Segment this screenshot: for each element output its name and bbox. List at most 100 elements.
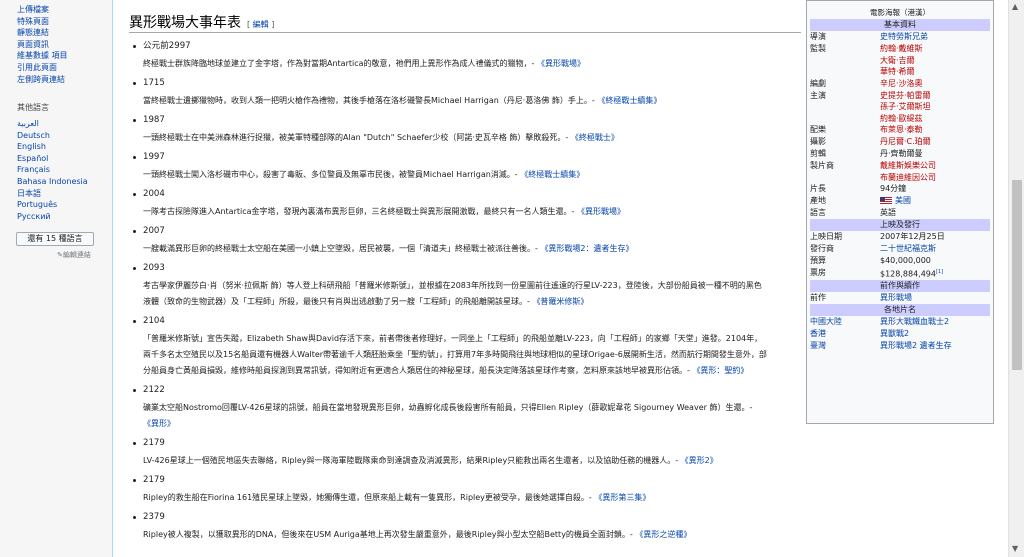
infobox-label: 導演 [810, 32, 826, 41]
infobox-value: 二十世紀福克斯 [880, 243, 990, 255]
lang-link-indonesian[interactable]: Bahasa Indonesia [17, 176, 88, 188]
infobox-label: 發行商 [810, 244, 834, 253]
timeline-source-link[interactable]: 《普羅米修斯》 [532, 297, 588, 306]
section-edit: [ 編輯 ] [247, 20, 275, 29]
infobox-value-link[interactable]: 戴維斯娛樂公司 [880, 160, 990, 172]
infobox-value-link[interactable]: 大衛·吉爾 [880, 55, 990, 67]
infobox-row: 配樂 布萊恩·泰勒 [807, 124, 993, 136]
infobox-value-link[interactable]: 孫子·艾爾斯坦 [880, 101, 990, 113]
lang-link-german[interactable]: Deutsch [17, 130, 88, 142]
timeline-year: 2007 [129, 225, 769, 237]
infobox-value: 丹·齊勒爾曼 [880, 148, 990, 160]
timeline-description: Ripley被人複製，以獲取異形的DNA，但後來在USM Auriga基地上再次… [129, 527, 769, 543]
timeline-source-link[interactable]: 《終極戰士》 [571, 133, 619, 142]
infobox-label: 主演 [810, 90, 826, 100]
infobox-value-text: 2007年12月25日 [880, 232, 945, 241]
infobox-value-link[interactable]: 華特·希爾 [880, 66, 990, 78]
timeline-description: 一艘載滿異形巨卵的終極戰士太空船在美國一小鎮上空墜毀，居民被襲，一個「清道夫」終… [129, 241, 769, 257]
infobox-value-link[interactable]: 二十世紀福克斯 [880, 243, 990, 255]
section-edit-link[interactable]: 編輯 [253, 20, 269, 29]
infobox-value-text: 英語 [880, 208, 896, 217]
lang-link-japanese[interactable]: 日本語 [17, 188, 88, 200]
infobox-names-header: 各地片名 [810, 304, 990, 317]
section-title: 異形戰場大事年表 [129, 15, 241, 31]
timeline-source-link[interactable]: 《異形戰場2：遺者生存》 [540, 244, 633, 253]
infobox-value-link[interactable]: 異形戰場 [880, 292, 990, 304]
infobox-label: 產地 [810, 196, 826, 205]
infobox-value-link[interactable]: 異形戰場2 遺者生存 [880, 340, 990, 352]
infobox-value-link[interactable]: 史特勞斯兄弟 [880, 31, 990, 43]
infobox-value-link[interactable]: 美國 [880, 195, 990, 207]
timeline-year: 2122 [129, 384, 769, 396]
infobox-label: 預算 [810, 256, 826, 265]
infobox-row: 製片商 戴維斯娛樂公司 布蘭迪維因公司 [807, 160, 993, 183]
lang-link-english[interactable]: English [17, 141, 88, 153]
more-languages-button[interactable]: 還有 15 種語言 [16, 232, 94, 246]
infobox-value-link[interactable]: 布蘭迪維因公司 [880, 172, 990, 184]
infobox-value: 史特勞斯兄弟 [880, 31, 990, 43]
timeline-year: 2004 [129, 188, 769, 200]
lang-link-portuguese[interactable]: Português [17, 199, 88, 211]
lang-link-arabic[interactable]: العربية [17, 118, 88, 130]
tool-link-wikidata[interactable]: 維基數據 項目 [17, 50, 68, 62]
infobox-row: 票房 $128,884,494[1] [807, 267, 993, 280]
timeline-source-link[interactable]: 《終極戰士續集》 [520, 170, 584, 179]
tool-link-page-info[interactable]: 頁面資訊 [17, 39, 68, 51]
infobox-value: 94分鐘 [880, 183, 990, 195]
infobox-value-text: 丹·齊勒爾曼 [880, 149, 923, 158]
infobox-value-link[interactable]: 約翰·戴維斯 [880, 43, 990, 55]
vertical-scrollbar[interactable]: ▲ ▼ [1008, 0, 1024, 557]
timeline-list: 公元前2997 終極戰士群族降臨地球並建立了金字塔，作為對當期Antartica的… [129, 38, 769, 548]
timeline-source-link[interactable]: 《異形戰場》 [537, 59, 585, 68]
section-heading: 異形戰場大事年表 [ 編輯 ] [129, 12, 274, 32]
tools-menu: 上傳檔案 特殊頁面 靜態連結 頁面資訊 維基數據 項目 引用此頁面 左側跨頁連結 [17, 4, 68, 85]
infobox-row: 預算 $40,000,000 [807, 255, 993, 267]
tool-link-cite[interactable]: 引用此頁面 [17, 62, 68, 74]
poster-caption: 電影海報（港漢） [870, 8, 930, 17]
lang-link-russian[interactable]: Русский [17, 211, 88, 223]
infobox-value-link[interactable]: 約翰·歐緹茲 [880, 113, 990, 125]
tool-link-left-links[interactable]: 左側跨頁連結 [17, 74, 68, 86]
timeline-source-link[interactable]: 《異形：聖約》 [692, 366, 748, 375]
timeline-description: 一隊考古探險隊進入Antartica金字塔，發現內裏滿布異形巨卵，三名終極戰士與… [129, 204, 769, 220]
timeline-year: 2179 [129, 474, 769, 486]
infobox-label: 上映日期 [810, 232, 842, 241]
infobox-release-rows: 上映日期 2007年12月25日發行商 二十世紀福克斯 預算 $40,000,000 票房… [807, 231, 993, 280]
infobox-value-link[interactable]: 丹尼爾·C.珀爾 [880, 136, 990, 148]
reference-link[interactable]: [1] [936, 269, 943, 275]
infobox-label: 攝影 [810, 137, 826, 146]
infobox-value-text: $128,884,494[1] [880, 269, 944, 279]
timeline-source-link[interactable]: 《異形第三集》 [594, 493, 650, 502]
infobox-value: 異獸戰2 [880, 328, 990, 340]
timeline-source-link[interactable]: 《終極戰士續集》 [597, 96, 661, 105]
infobox-label: 片長 [810, 184, 826, 193]
timeline-source-link[interactable]: 《異形戰場》 [577, 207, 625, 216]
infobox-value: 異形大戰鐵血戰士2 [880, 316, 990, 328]
timeline-source-link[interactable]: 《異形》 [143, 419, 175, 428]
edit-interlanguage-links[interactable]: ✎編輯連結 [57, 250, 91, 260]
infobox-value-link[interactable]: 異獸戰2 [880, 328, 990, 340]
infobox-basic-header: 基本資料 [810, 19, 990, 31]
timeline-description-text: 一頭終極戰士在中美洲森林進行捉獵，被美軍特種部隊的Alan "Dutch" Sc… [143, 133, 569, 142]
infobox-row: 前作 異形戰場 [807, 292, 993, 304]
lang-link-french[interactable]: Français [17, 164, 88, 176]
infobox-value-link[interactable]: 史提芬·帕雷爾 [880, 90, 990, 102]
tool-link-upload[interactable]: 上傳檔案 [17, 4, 68, 16]
lang-link-spanish[interactable]: Español [17, 153, 88, 165]
us-flag-icon [880, 197, 892, 204]
infobox-value-link[interactable]: 異形大戰鐵血戰士2 [880, 316, 990, 328]
infobox-value-link[interactable]: 辛尼·沙洛奧 [880, 78, 990, 90]
infobox-value: 異形戰場2 遺者生存 [880, 340, 990, 352]
infobox-label: 監製 [810, 44, 826, 53]
tool-link-special-pages[interactable]: 特殊頁面 [17, 16, 68, 28]
infobox-value-link[interactable]: 布萊恩·泰勒 [880, 124, 990, 136]
timeline-description-text: Ripley的救生船在Fiorina 161殖民星球上墜毀，她獨傳生還，但原來船… [143, 493, 592, 502]
scroll-down-arrow-icon[interactable]: ▼ [1012, 544, 1018, 553]
timeline-source-link[interactable]: 《異形2》 [681, 456, 718, 465]
tool-link-permanent[interactable]: 靜態連結 [17, 27, 68, 39]
timeline-source-link[interactable]: 《異形之逆種》 [635, 530, 691, 539]
infobox-label: 製片商 [810, 161, 834, 170]
infobox-row: 臺灣 異形戰場2 遺者生存 [807, 340, 993, 352]
scrollbar-thumb[interactable] [1012, 180, 1022, 370]
scroll-up-arrow-icon[interactable]: ▲ [1012, 2, 1018, 11]
